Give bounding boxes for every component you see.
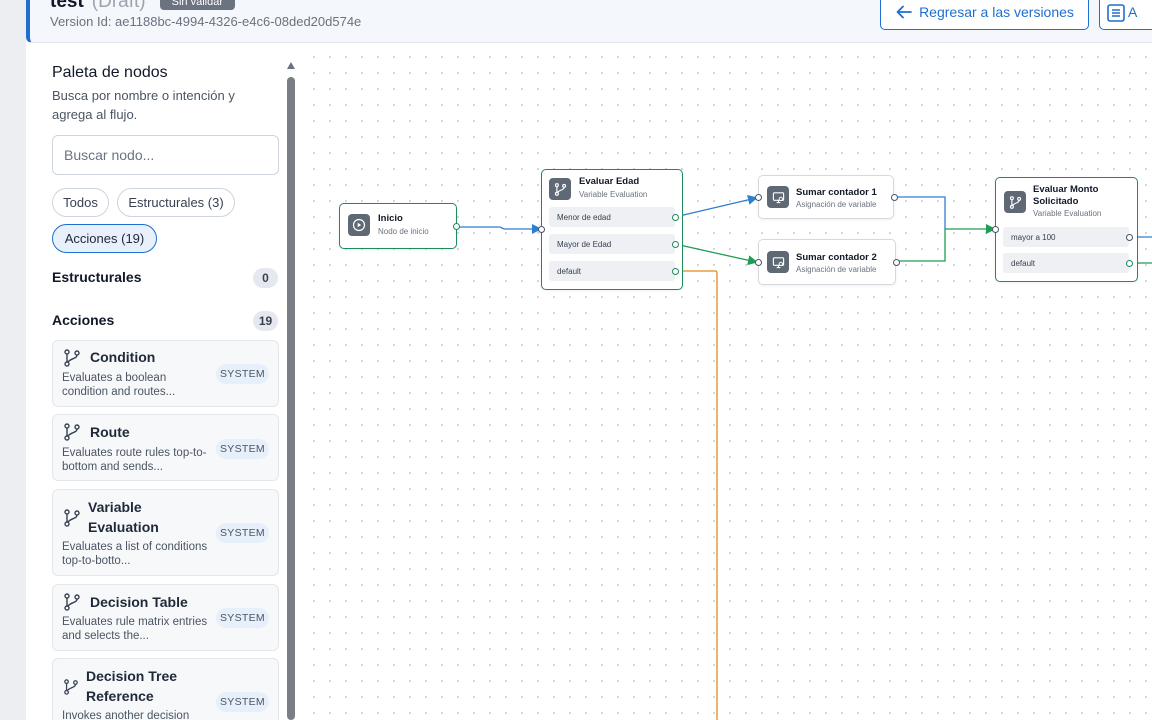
output-port[interactable] — [891, 194, 898, 201]
palette-item-decision-tree-reference[interactable]: Decision Tree Reference Invokes another … — [52, 658, 279, 720]
more-button-label: A — [1128, 4, 1138, 20]
section-actions-title: Acciones — [52, 312, 115, 328]
palette-item-desc: Invokes another decision — [62, 710, 190, 720]
palette-item-variable-evaluation[interactable]: Variable Evaluation Evaluates a list of … — [52, 489, 279, 576]
palette-item-title: Variable Evaluation — [88, 499, 159, 535]
search-node-input[interactable] — [52, 135, 279, 175]
filter-chip-structural[interactable]: Estructurales (3) — [117, 188, 235, 217]
flow-editor: test (Draft) Sin validar Version Id: ae1… — [26, 0, 1152, 720]
condition-row[interactable]: Mayor de Edad — [549, 234, 675, 254]
editor-header: test (Draft) Sin validar Version Id: ae1… — [26, 0, 1152, 43]
branch-icon — [64, 509, 80, 527]
system-badge: SYSTEM — [216, 364, 269, 384]
system-badge: SYSTEM — [216, 692, 269, 712]
node-sumar-contador-1[interactable]: Sumar contador 1 Asignación de variable — [755, 175, 898, 219]
left-rail — [0, 0, 26, 720]
node-subtitle: Nodo de inicio — [378, 227, 429, 236]
flow-edges — [458, 194, 1152, 720]
flow-title: test — [50, 0, 84, 12]
branch-icon — [549, 178, 571, 200]
palette-title: Paleta de nodos — [52, 64, 168, 81]
palette-item-decision-table[interactable]: Decision Table Evaluates rule matrix ent… — [52, 584, 279, 651]
node-title: Sumar contador 1 — [796, 187, 877, 198]
back-button-label: Regresar a las versiones — [919, 4, 1074, 20]
validation-badge: Sin validar — [159, 0, 235, 10]
input-port[interactable] — [755, 194, 762, 201]
input-port[interactable] — [755, 259, 762, 266]
edge-mayor-to-sumar2 — [674, 243, 758, 266]
back-to-versions-button[interactable]: Regresar a las versiones — [880, 0, 1089, 30]
palette-item-condition[interactable]: Condition Evaluates a boolean condition … — [52, 340, 279, 407]
output-port[interactable] — [893, 259, 900, 266]
branch-icon — [64, 423, 80, 441]
more-actions-button[interactable]: A — [1099, 0, 1152, 30]
palette-item-route[interactable]: Route Evaluates route rules top-to-botto… — [52, 414, 279, 481]
node-title: Evaluar Edad — [579, 176, 640, 187]
section-structural-title: Estructurales — [52, 269, 142, 285]
system-badge: SYSTEM — [216, 523, 269, 543]
branch-icon — [64, 679, 78, 695]
branch-icon — [64, 593, 80, 611]
system-badge: SYSTEM — [216, 439, 269, 459]
filter-chip-actions[interactable]: Acciones (19) — [52, 224, 157, 253]
palette-item-desc: Evaluates a boolean condition and routes… — [62, 372, 176, 398]
output-port[interactable] — [1126, 234, 1133, 241]
node-title: Inicio — [378, 213, 403, 224]
scroll-thumb[interactable] — [287, 77, 295, 720]
condition-row[interactable]: default — [1003, 253, 1129, 273]
flow-canvas[interactable]: Inicio Nodo de inicio Evaluar Edad Varia… — [300, 43, 1152, 720]
palette-subtitle: Busca por nombre o intención y agrega al… — [52, 88, 235, 122]
node-title: Evaluar Monto Solicitado — [1033, 184, 1099, 207]
node-evaluar-edad[interactable]: Evaluar Edad Variable Evaluation Menor d… — [538, 169, 683, 290]
input-port[interactable] — [992, 226, 999, 233]
condition-row[interactable]: default — [549, 261, 675, 281]
palette-item-title: Decision Tree Reference — [86, 668, 178, 704]
node-subtitle: Asignación de variable — [796, 200, 877, 209]
palette-item-desc: Evaluates route rules top-to-bottom and … — [62, 447, 207, 473]
edge-sumar1-to-monto — [894, 196, 946, 229]
scroll-up-arrow-icon[interactable] — [287, 62, 295, 69]
edge-default-orange — [675, 270, 718, 720]
section-actions-count: 19 — [253, 311, 278, 331]
branch-icon — [1004, 191, 1026, 213]
flow-status: (Draft) — [91, 0, 146, 12]
section-structural-count: 0 — [253, 268, 278, 288]
edge-sumar2-to-monto — [896, 229, 946, 262]
node-subtitle: Variable Evaluation — [1033, 209, 1102, 218]
condition-row[interactable]: mayor a 100 — [1003, 227, 1129, 247]
edge-menor-to-sumar1 — [674, 194, 758, 218]
arrow-left-icon — [896, 5, 912, 19]
document-list-icon — [1107, 4, 1125, 22]
input-port[interactable] — [538, 226, 545, 233]
branch-icon — [64, 349, 80, 367]
condition-row[interactable]: Menor de edad — [549, 207, 675, 227]
node-inicio[interactable]: Inicio Nodo de inicio — [339, 203, 460, 249]
node-evaluar-monto-solicitado[interactable]: Evaluar Monto Solicitado Variable Evalua… — [992, 177, 1138, 282]
edge-inicio-to-evaluar-edad — [458, 224, 542, 234]
palette-item-desc: Evaluates a list of conditions top-to-bo… — [62, 541, 208, 567]
node-subtitle: Variable Evaluation — [579, 190, 648, 199]
monitor-icon — [767, 186, 789, 208]
filter-chip-all[interactable]: Todos — [52, 188, 109, 217]
palette-item-title: Decision Table — [90, 594, 188, 610]
palette-item-title: Route — [90, 424, 130, 440]
output-port[interactable] — [672, 214, 679, 221]
monitor-icon — [767, 251, 789, 273]
palette-item-desc: Evaluates rule matrix entries and select… — [62, 616, 208, 642]
node-subtitle: Asignación de variable — [796, 265, 877, 274]
output-port[interactable] — [1126, 260, 1133, 267]
version-id: Version Id: ae1188bc-4994-4326-e4c6-08de… — [50, 14, 362, 29]
play-icon — [348, 214, 370, 236]
output-port[interactable] — [672, 268, 679, 275]
node-sumar-contador-2[interactable]: Sumar contador 2 Asignación de variable — [755, 239, 900, 285]
node-palette: Paleta de nodos Busca por nombre o inten… — [26, 43, 296, 720]
node-title: Sumar contador 2 — [796, 252, 877, 263]
palette-scrollbar[interactable] — [287, 62, 295, 720]
title-row: test (Draft) Sin validar — [50, 0, 235, 13]
system-badge: SYSTEM — [216, 608, 269, 628]
output-port[interactable] — [672, 241, 679, 248]
palette-item-title: Condition — [90, 349, 156, 365]
output-port[interactable] — [453, 223, 460, 230]
